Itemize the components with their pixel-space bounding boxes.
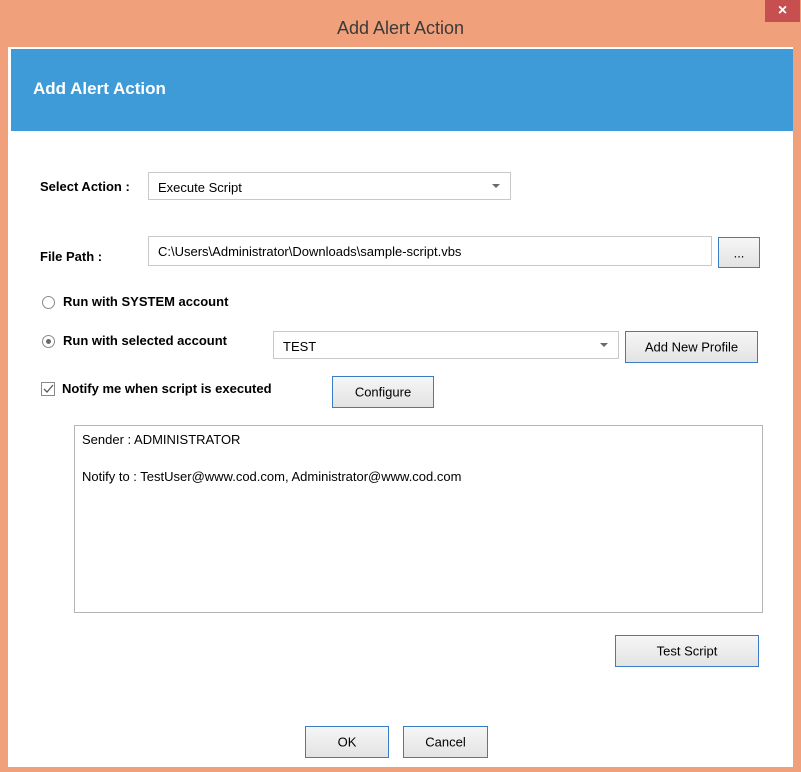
- ok-button-label: OK: [337, 734, 357, 750]
- notify-label[interactable]: Notify me when script is executed: [62, 381, 272, 396]
- browse-button[interactable]: ...: [718, 237, 760, 268]
- header-title: Add Alert Action: [33, 79, 166, 98]
- select-action-dropdown[interactable]: Execute Script: [148, 172, 511, 200]
- window-title: Add Alert Action: [336, 18, 465, 38]
- notify-to-text: Notify to : TestUser@www.cod.com, Admini…: [82, 469, 462, 484]
- radio-selected-dot: [46, 339, 51, 344]
- select-action-label: Select Action :: [40, 179, 130, 194]
- test-script-label: Test Script: [656, 643, 718, 659]
- ok-button[interactable]: OK: [305, 726, 389, 758]
- add-new-profile-button[interactable]: Add New Profile: [625, 331, 758, 363]
- cancel-button[interactable]: Cancel: [403, 726, 488, 758]
- checkmark-icon: [43, 384, 54, 393]
- radio-selected-label[interactable]: Run with selected account: [63, 333, 227, 348]
- test-script-button[interactable]: Test Script: [615, 635, 759, 667]
- configure-button-label: Configure: [354, 384, 412, 400]
- select-action-value: Execute Script: [158, 180, 242, 195]
- notification-summary-box: Sender : ADMINISTRATOR Notify to : TestU…: [74, 425, 763, 613]
- configure-button[interactable]: Configure: [332, 376, 434, 408]
- add-new-profile-label: Add New Profile: [644, 339, 739, 355]
- close-button[interactable]: ×: [765, 0, 800, 22]
- notify-checkbox[interactable]: [41, 382, 55, 396]
- cancel-button-label: Cancel: [425, 734, 466, 750]
- sender-text: Sender : ADMINISTRATOR: [82, 432, 241, 447]
- file-path-input[interactable]: C:\Users\Administrator\Downloads\sample-…: [148, 236, 712, 266]
- add-alert-action-dialog: Add Alert Action × Add Alert Action Sele…: [0, 0, 801, 772]
- form-body: Select Action : Execute Script File Path…: [11, 131, 793, 767]
- close-icon: ×: [777, 2, 788, 19]
- radio-selected-account[interactable]: [42, 335, 55, 348]
- header-banner: Add Alert Action: [11, 49, 793, 131]
- radio-system-account[interactable]: [42, 296, 55, 309]
- chevron-down-icon: [600, 343, 608, 347]
- chevron-down-icon: [492, 184, 500, 188]
- account-value: TEST: [283, 339, 317, 354]
- browse-button-label: ...: [733, 245, 745, 260]
- file-path-value: C:\Users\Administrator\Downloads\sample-…: [158, 244, 462, 259]
- radio-system-label[interactable]: Run with SYSTEM account: [63, 294, 228, 309]
- account-dropdown[interactable]: TEST: [273, 331, 619, 359]
- file-path-label: File Path :: [40, 249, 103, 264]
